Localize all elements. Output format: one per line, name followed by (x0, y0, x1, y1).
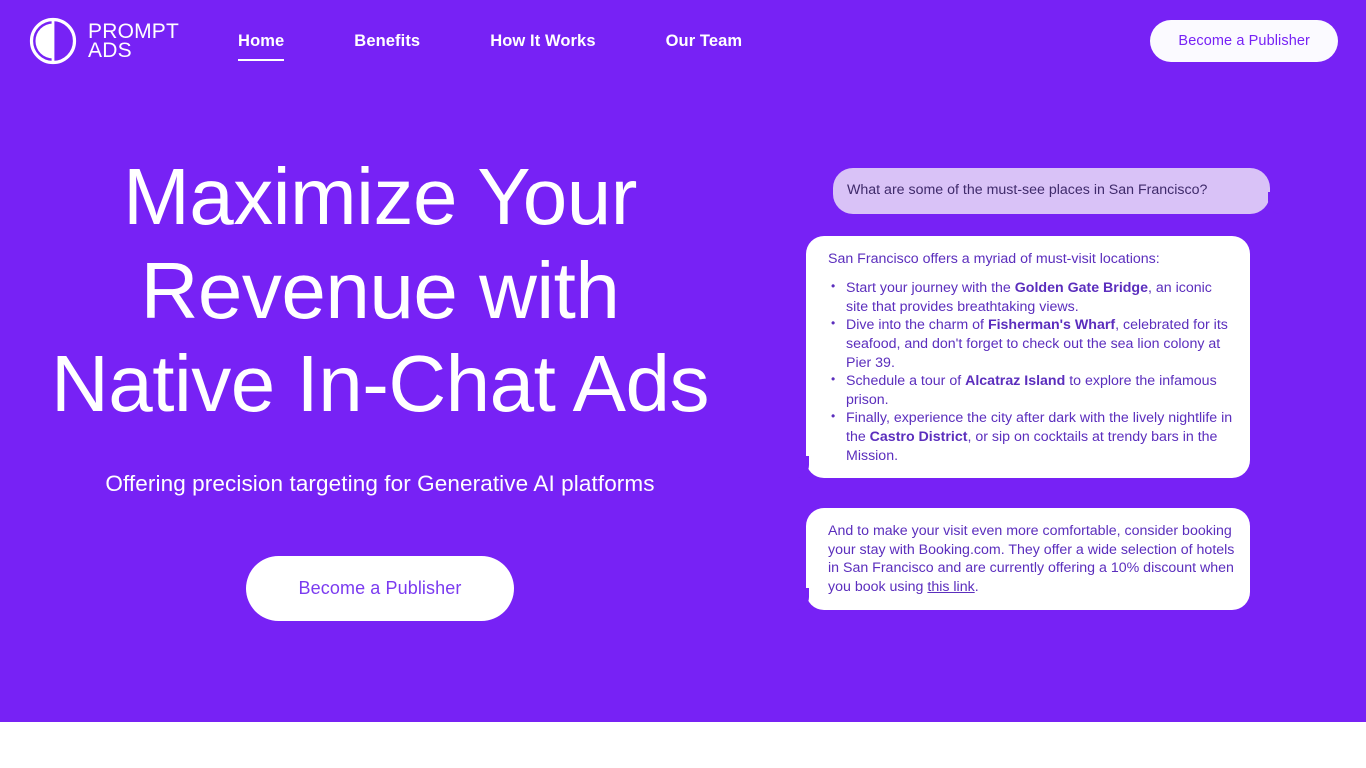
list-item: Finally, experience the city after dark … (828, 409, 1236, 465)
headline-line-3: Native In-Chat Ads (51, 339, 710, 429)
chat-assistant-bullet-list: Start your journey with the Golden Gate … (828, 279, 1236, 465)
nav-item-our-team[interactable]: Our Team (631, 26, 778, 57)
hero-cta-wrapper: Become a Publisher (0, 555, 760, 621)
chat-preview: What are some of the must-see places in … (796, 168, 1281, 610)
bullet-highlight: Alcatraz Island (965, 373, 1066, 390)
bullet-highlight: Golden Gate Bridge (1014, 280, 1148, 297)
nav-item-benefits[interactable]: Benefits (319, 26, 455, 57)
hero-subheadline: Offering precision targeting for Generat… (105, 470, 655, 496)
nav-links: Home Benefits How It Works Our Team (203, 26, 778, 61)
navbar: PROMPT ADS Home Benefits How It Works Ou… (0, 0, 1366, 82)
list-item: Schedule a tour of Alcatraz Island to ex… (828, 372, 1236, 409)
nav-become-a-publisher-button[interactable]: Become a Publisher (1150, 20, 1338, 62)
page-footer-strip (0, 722, 1366, 768)
ad-message-text: And to make your visit even more comfort… (828, 523, 1235, 595)
brand-line-2: ADS (88, 39, 132, 62)
nav-item-how-it-works[interactable]: How It Works (455, 26, 630, 57)
brand-logo[interactable]: PROMPT ADS (28, 16, 179, 66)
page-title: Maximize Your Revenue with Native In-Cha… (0, 150, 760, 431)
hero-become-a-publisher-button[interactable]: Become a Publisher (245, 555, 515, 621)
hero-section: PROMPT ADS Home Benefits How It Works Ou… (0, 0, 1366, 722)
ad-this-link[interactable]: this link (927, 579, 974, 595)
nav-item-home[interactable]: Home (203, 26, 319, 61)
chat-user-message: What are some of the must-see places in … (847, 182, 1208, 198)
headline-line-1: Maximize Your (123, 152, 637, 241)
ad-message-tail: . (974, 578, 979, 595)
hero-copy: Maximize Your Revenue with Native In-Cha… (0, 150, 760, 621)
headline-line-2: Revenue with (140, 245, 620, 335)
chat-bubble-user: What are some of the must-see places in … (833, 168, 1281, 214)
bullet-highlight: Fisherman's Wharf (987, 317, 1116, 334)
chat-bubble-sponsored-ad: And to make your visit even more comfort… (796, 508, 1250, 610)
landing-page: PROMPT ADS Home Benefits How It Works Ou… (0, 0, 1366, 768)
list-item: Dive into the charm of Fisherman's Wharf… (828, 316, 1236, 372)
list-item: Start your journey with the Golden Gate … (828, 279, 1236, 316)
brand-wordmark: PROMPT ADS (88, 21, 179, 62)
chat-assistant-intro: San Francisco offers a myriad of must-vi… (828, 250, 1160, 267)
bullet-highlight: Castro District (869, 428, 968, 445)
chat-bubble-assistant: San Francisco offers a myriad of must-vi… (796, 235, 1250, 479)
prompt-ads-circle-logo-icon (29, 17, 77, 65)
